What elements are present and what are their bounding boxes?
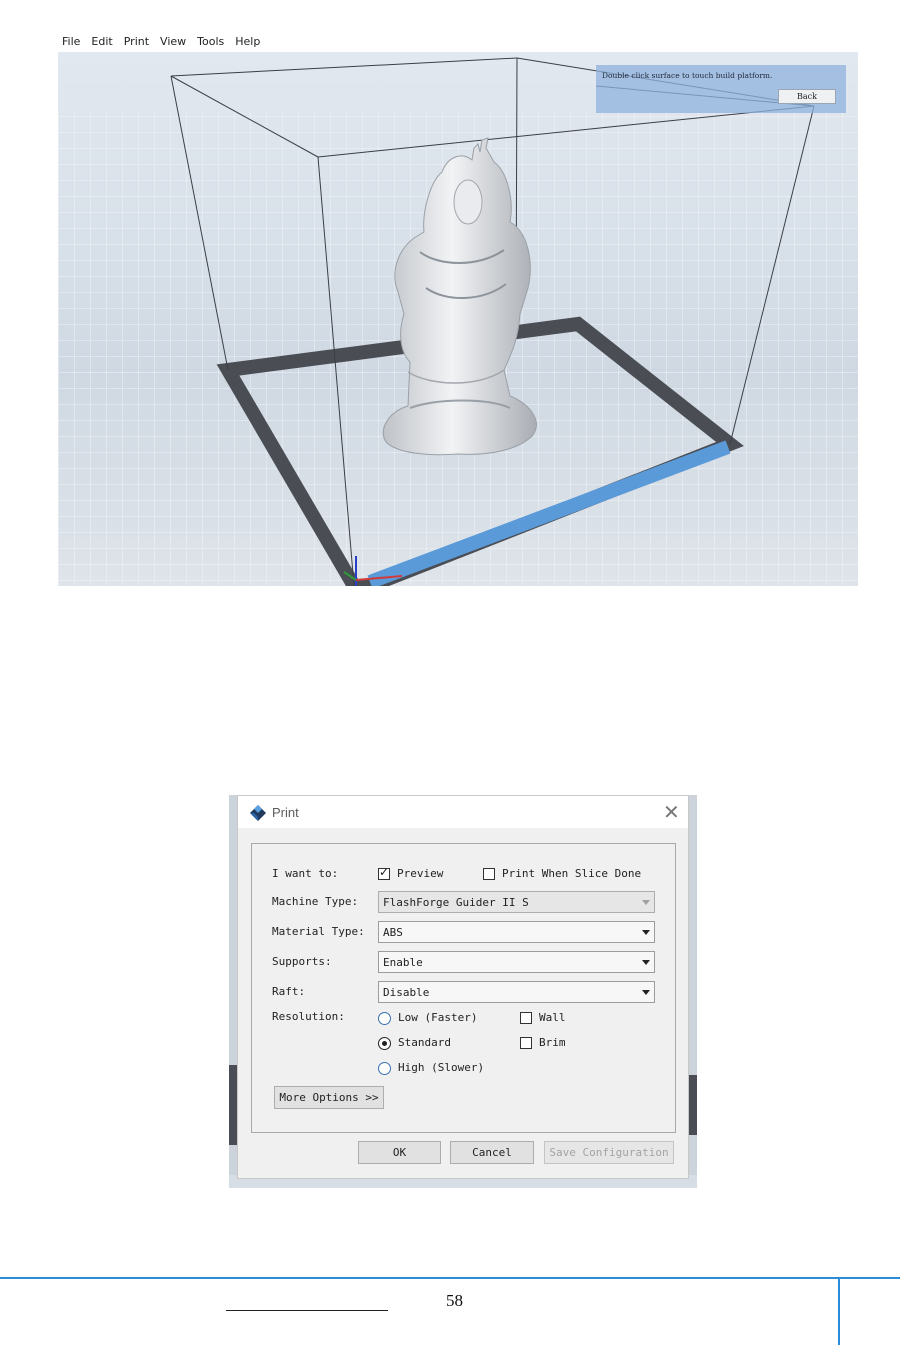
preview-checkbox[interactable]: ✓ xyxy=(378,865,390,880)
build-volume-scene xyxy=(58,57,858,586)
app-screenshot: File Edit Print View Tools Help Double c… xyxy=(58,30,858,586)
save-configuration-button[interactable]: Save Configuration xyxy=(544,1141,674,1164)
radio-selected-dot xyxy=(382,1041,387,1046)
dialog-titlebar: Print ✕ xyxy=(238,796,688,828)
print-when-slice-done-checkbox[interactable] xyxy=(483,868,495,880)
menu-file[interactable]: File xyxy=(62,35,80,48)
print-dialog: Print ✕ I want to: ✓ Preview Print When … xyxy=(237,795,689,1179)
resolution-standard-label: Standard xyxy=(398,1036,451,1049)
print-dialog-screenshot: Print ✕ I want to: ✓ Preview Print When … xyxy=(229,795,697,1188)
page-number: 58 xyxy=(446,1291,463,1310)
menu-edit[interactable]: Edit xyxy=(91,35,112,48)
dropdown-arrow-icon xyxy=(642,930,650,935)
menu-bar: File Edit Print View Tools Help xyxy=(58,30,858,52)
menu-help[interactable]: Help xyxy=(235,35,260,48)
footer-underline xyxy=(226,1310,388,1311)
wall-label: Wall xyxy=(539,1011,566,1024)
raft-label: Raft: xyxy=(272,985,306,998)
back-button[interactable]: Back xyxy=(778,89,836,104)
brim-checkbox[interactable] xyxy=(520,1037,532,1049)
hint-panel: Double click surface to touch build plat… xyxy=(596,65,846,113)
close-icon[interactable]: ✕ xyxy=(663,800,680,824)
machine-type-value: FlashForge Guider II S xyxy=(383,896,529,909)
dropdown-arrow-icon xyxy=(642,900,650,905)
resolution-standard-radio[interactable] xyxy=(378,1037,391,1050)
resolution-label: Resolution: xyxy=(272,1010,345,1023)
preview-label: Preview xyxy=(397,867,444,880)
raft-select[interactable]: Disable xyxy=(378,981,655,1003)
machine-type-label: Machine Type: xyxy=(272,895,359,908)
dropdown-arrow-icon xyxy=(642,960,650,965)
footer-rule xyxy=(0,1277,900,1279)
i-want-to-label: I want to: xyxy=(272,867,339,880)
machine-type-select[interactable]: FlashForge Guider II S xyxy=(378,891,655,913)
hint-text: Double click surface to touch build plat… xyxy=(602,71,773,80)
menu-print[interactable]: Print xyxy=(124,35,149,48)
material-type-label: Material Type: xyxy=(272,925,365,938)
flashforge-logo-icon xyxy=(250,805,266,821)
resolution-high-label: High (Slower) xyxy=(398,1061,485,1074)
supports-value: Enable xyxy=(383,956,423,969)
resolution-low-radio[interactable] xyxy=(378,1012,391,1025)
material-type-select[interactable]: ABS xyxy=(378,921,655,943)
wall-checkbox[interactable] xyxy=(520,1012,532,1024)
print-settings-group: I want to: ✓ Preview Print When Slice Do… xyxy=(251,843,676,1133)
resolution-low-label: Low (Faster) xyxy=(398,1011,478,1024)
resolution-high-radio[interactable] xyxy=(378,1062,391,1075)
footer-divider xyxy=(838,1277,840,1345)
material-type-value: ABS xyxy=(383,926,403,939)
supports-select[interactable]: Enable xyxy=(378,951,655,973)
print-when-slice-done-label: Print When Slice Done xyxy=(502,867,642,880)
cancel-button[interactable]: Cancel xyxy=(450,1141,534,1164)
menu-tools[interactable]: Tools xyxy=(197,35,224,48)
supports-label: Supports: xyxy=(272,955,332,968)
3d-viewport[interactable]: Double click surface to touch build plat… xyxy=(58,52,858,586)
dialog-title: Print xyxy=(272,805,299,820)
dropdown-arrow-icon xyxy=(642,990,650,995)
more-options-button[interactable]: More Options >> xyxy=(274,1086,384,1109)
raft-value: Disable xyxy=(383,986,430,999)
checkmark-icon: ✓ xyxy=(379,865,390,879)
menu-view[interactable]: View xyxy=(160,35,186,48)
brim-label: Brim xyxy=(539,1036,566,1049)
ok-button[interactable]: OK xyxy=(358,1141,441,1164)
